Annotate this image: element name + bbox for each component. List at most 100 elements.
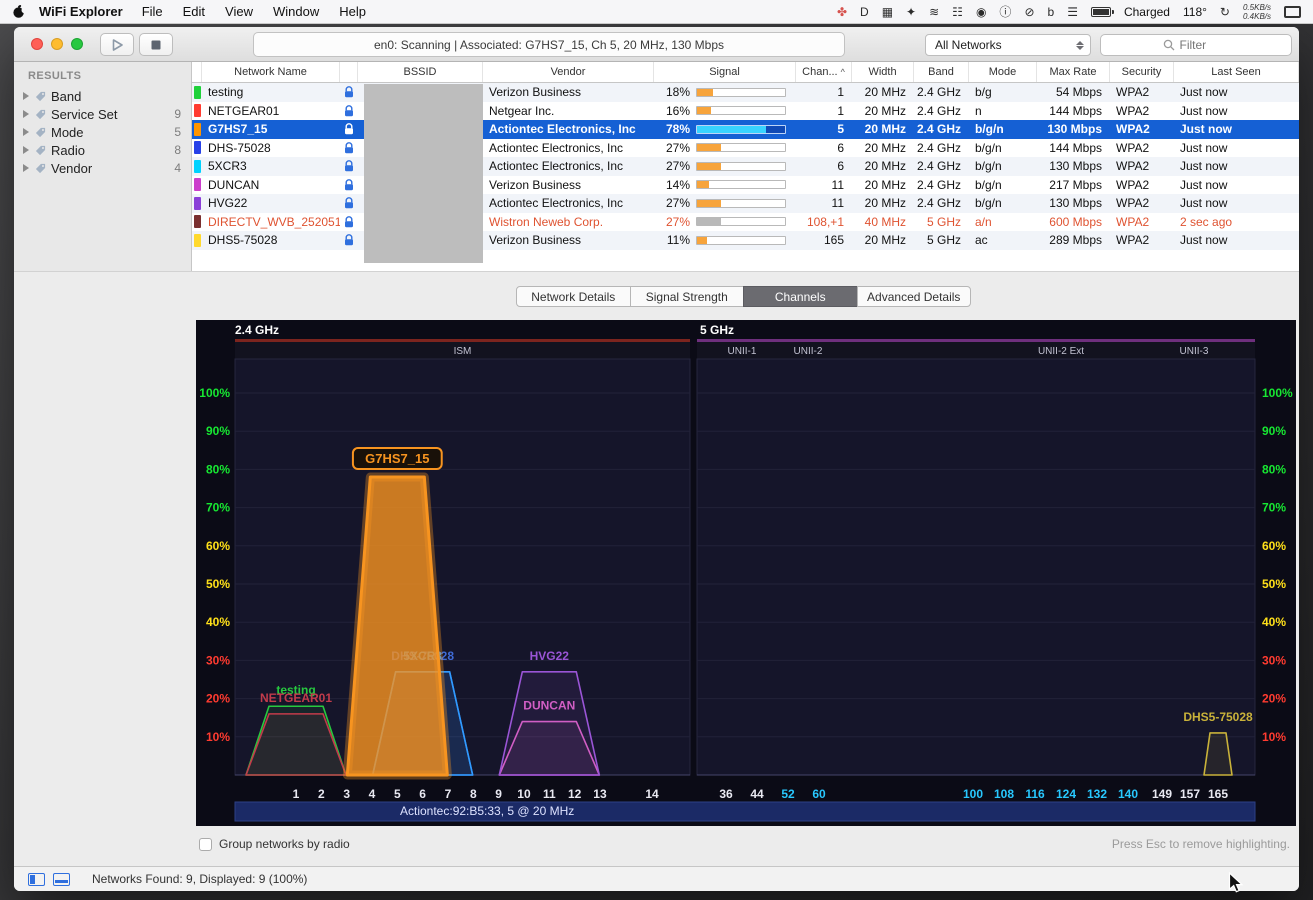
start-scan-button[interactable]: [100, 33, 134, 56]
column-header-vendor[interactable]: Vendor: [483, 62, 654, 82]
cell-name: 5XCR3: [202, 157, 340, 176]
table-row-dhs5-75028[interactable]: DHS5-75028Verizon Business11%16520 MHz5 …: [192, 231, 1299, 250]
svg-text:149: 149: [1152, 787, 1172, 801]
table-row-directv-wvb-25205151-[interactable]: DIRECTV_WVB_25205151...Wistron Neweb Cor…: [192, 213, 1299, 232]
svg-text:157: 157: [1180, 787, 1200, 801]
network-rate-monitor[interactable]: 0.5KB/s 0.4KB/s: [1243, 3, 1271, 21]
column-header-rate[interactable]: Max Rate: [1037, 62, 1110, 82]
cell-mode: a/n: [969, 213, 1037, 232]
column-header-name[interactable]: Network Name: [202, 62, 340, 82]
group-by-radio-checkbox[interactable]: [199, 838, 212, 851]
column-header-chan[interactable]: Chan...^: [796, 62, 852, 82]
upload-rate: 0.5KB/s: [1243, 3, 1271, 12]
apple-menu[interactable]: [12, 4, 26, 19]
tag-icon: [35, 109, 46, 120]
zoom-window-button[interactable]: [71, 38, 83, 50]
table-row-5xcr3[interactable]: 5XCR3Actiontec Electronics, Inc27%620 MH…: [192, 157, 1299, 176]
channels-chart[interactable]: 2.4 GHz5 GHzISMUNII-1UNII-2UNII-2 ExtUNI…: [196, 320, 1296, 826]
lock-icon: [340, 139, 358, 158]
cell-chipbox: [192, 120, 202, 139]
sidebar-item-band[interactable]: Band: [14, 87, 191, 105]
sidebar-item-service-set[interactable]: Service Set9: [14, 105, 191, 123]
refresh-icon[interactable]: ↻: [1220, 6, 1230, 18]
sidebar-view-toggle-icon[interactable]: [28, 873, 45, 886]
filter-input[interactable]: [1180, 38, 1230, 52]
svg-text:NETGEAR01: NETGEAR01: [260, 691, 332, 705]
do-not-disturb-icon[interactable]: ⊘: [1024, 6, 1034, 18]
cell-name: G7HS7_15: [202, 120, 340, 139]
camera-icon[interactable]: ◉: [976, 6, 986, 18]
cell-chan: 6: [796, 157, 852, 176]
network-scope-dropdown[interactable]: All Networks: [925, 34, 1091, 56]
network-color-chip: [194, 141, 201, 154]
svg-text:30%: 30%: [206, 653, 230, 667]
filter-search-field[interactable]: [1100, 34, 1292, 56]
cell-width: 20 MHz: [852, 157, 914, 176]
tab-channels[interactable]: Channels: [743, 286, 858, 307]
temperature-reading[interactable]: 118°: [1183, 5, 1207, 19]
disclosure-triangle-icon[interactable]: [23, 128, 29, 136]
minimize-window-button[interactable]: [51, 38, 63, 50]
cell-seen: 2 sec ago: [1174, 213, 1299, 232]
svg-text:10%: 10%: [206, 730, 230, 744]
table-row-duncan[interactable]: DUNCANVerizon Business14%1120 MHz2.4 GHz…: [192, 176, 1299, 195]
sidebar-item-mode[interactable]: Mode5: [14, 123, 191, 141]
cell-rate: 289 Mbps: [1037, 231, 1110, 250]
cell-name: DUNCAN: [202, 176, 340, 195]
cell-signal: 27%: [654, 139, 796, 158]
menu-view[interactable]: View: [215, 4, 263, 19]
menubar-app-name[interactable]: WiFi Explorer: [30, 4, 132, 19]
menu-file[interactable]: File: [132, 4, 173, 19]
column-header-width[interactable]: Width: [852, 62, 914, 82]
battery-status-label[interactable]: Charged: [1124, 5, 1170, 19]
menu-help[interactable]: Help: [329, 4, 376, 19]
battery-icon[interactable]: [1091, 7, 1111, 17]
svg-text:80%: 80%: [206, 462, 230, 476]
svg-text:116: 116: [1025, 787, 1045, 801]
cell-name: DIRECTV_WVB_25205151...: [202, 213, 340, 232]
stack-icon[interactable]: ☷: [952, 6, 963, 18]
column-header-band[interactable]: Band: [914, 62, 969, 82]
spark-icon[interactable]: ✦: [906, 6, 916, 18]
tab-advanced-details[interactable]: Advanced Details: [857, 286, 972, 307]
networks-table: Network Name BSSIDVendorSignalChan...^Wid…: [192, 62, 1299, 271]
table-header-row: Network Name BSSIDVendorSignalChan...^Wid…: [192, 62, 1299, 83]
sidebar-item-vendor[interactable]: Vendor4: [14, 159, 191, 177]
networks-found-status: Networks Found: 9, Displayed: 9 (100%): [92, 872, 307, 886]
column-header-sec[interactable]: Security: [1110, 62, 1174, 82]
bartender-icon[interactable]: b: [1048, 6, 1055, 18]
column-header-seen[interactable]: Last Seen: [1174, 62, 1299, 82]
pinwheel-icon[interactable]: ✤: [837, 6, 847, 18]
column-header-bssid[interactable]: BSSID: [358, 62, 483, 82]
column-header-mode[interactable]: Mode: [969, 62, 1037, 82]
info-icon[interactable]: ⓘ: [999, 6, 1011, 18]
menu-edit[interactable]: Edit: [173, 4, 215, 19]
sidebar-item-count: 5: [174, 125, 181, 139]
split-view-toggle-icon[interactable]: [53, 873, 70, 886]
svg-text:Actiontec:92:B5:33, 5 @ 20 MHz: Actiontec:92:B5:33, 5 @ 20 MHz: [400, 804, 574, 818]
table-row-testing[interactable]: testingVerizon Business18%120 MHz2.4 GHz…: [192, 83, 1299, 102]
disclosure-triangle-icon[interactable]: [23, 146, 29, 154]
table-row-netgear01[interactable]: NETGEAR01Netgear Inc.16%120 MHz2.4 GHzn1…: [192, 102, 1299, 121]
window-grid-icon[interactable]: ▦: [882, 6, 893, 18]
waves-icon[interactable]: ≋: [929, 6, 939, 18]
close-window-button[interactable]: [31, 38, 43, 50]
table-row-hvg22[interactable]: HVG22Actiontec Electronics, Inc27%1120 M…: [192, 194, 1299, 213]
disclosure-triangle-icon[interactable]: [23, 164, 29, 172]
sidebar-item-radio[interactable]: Radio8: [14, 141, 191, 159]
tab-network-details[interactable]: Network Details: [516, 286, 631, 307]
disclosure-triangle-icon[interactable]: [23, 92, 29, 100]
menu-window[interactable]: Window: [263, 4, 329, 19]
display-icon[interactable]: [1284, 6, 1301, 18]
table-row-dhs-75028[interactable]: DHS-75028Actiontec Electronics, Inc27%62…: [192, 139, 1299, 158]
svg-text:ISM: ISM: [454, 346, 472, 357]
column-header-signal[interactable]: Signal: [654, 62, 796, 82]
table-row-g7hs7-15[interactable]: G7HS7_15Actiontec Electronics, Inc78%520…: [192, 120, 1299, 139]
stop-scan-button[interactable]: [139, 33, 173, 56]
cell-vendor: Verizon Business: [483, 231, 654, 250]
cell-chan: 5: [796, 120, 852, 139]
menu-lines-icon[interactable]: ☰: [1067, 6, 1078, 18]
tab-signal-strength[interactable]: Signal Strength: [630, 286, 745, 307]
docker-icon[interactable]: D: [860, 6, 869, 18]
disclosure-triangle-icon[interactable]: [23, 110, 29, 118]
